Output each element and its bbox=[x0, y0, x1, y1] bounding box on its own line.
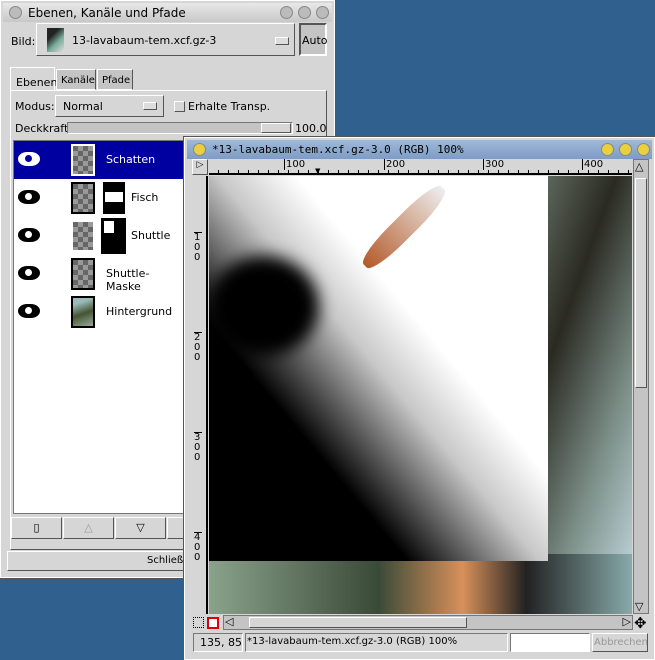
dropdown-indicator-icon bbox=[143, 102, 157, 110]
image-canvas[interactable] bbox=[209, 176, 632, 614]
ruler-label: 100 bbox=[194, 232, 202, 263]
image-select[interactable]: 13-lavabaum-tem.xcf.gz-3 bbox=[36, 23, 295, 56]
ruler-label: 400 bbox=[194, 532, 202, 563]
preserve-transparency-checkbox[interactable] bbox=[174, 101, 185, 112]
image-window-title: *13-lavabaum-tem.xcf.gz-3.0 (RGB) 100% bbox=[212, 143, 464, 156]
ruler-label: 300 bbox=[194, 432, 202, 463]
maximize-icon[interactable] bbox=[619, 143, 632, 156]
image-select-value: 13-lavabaum-tem.xcf.gz-3 bbox=[72, 34, 217, 47]
vertical-scrollbar[interactable]: △ ▽ bbox=[633, 159, 649, 614]
layers-dialog-titlebar[interactable]: Ebenen, Kanäle und Pfade bbox=[3, 3, 332, 22]
menu-icon[interactable] bbox=[193, 143, 206, 156]
progress-bar bbox=[510, 633, 590, 652]
navigate-icon[interactable]: ✥ bbox=[634, 614, 647, 632]
ruler-label: 100 bbox=[284, 159, 306, 170]
new-layer-icon: ▯ bbox=[33, 521, 40, 534]
shadow-blob bbox=[209, 256, 319, 356]
tab-label: Ebenen bbox=[16, 76, 58, 89]
menu-icon[interactable] bbox=[9, 6, 22, 19]
layer-name: Fisch bbox=[131, 191, 159, 204]
opacity-slider[interactable] bbox=[67, 122, 293, 134]
layer-row-fisch[interactable]: Fisch bbox=[14, 179, 183, 217]
lower-icon: ▽ bbox=[136, 521, 145, 534]
ruler-label: 200 bbox=[384, 159, 406, 170]
layer-thumbnail bbox=[71, 144, 95, 176]
eye-icon[interactable] bbox=[18, 304, 40, 318]
tab-pfade[interactable]: Pfade bbox=[97, 69, 133, 90]
layer-row-shuttle[interactable]: Shuttle bbox=[14, 217, 183, 255]
layer-row-hintergrund[interactable]: Hintergrund bbox=[14, 293, 183, 331]
opacity-label: Deckkraft: bbox=[15, 122, 72, 135]
mode-label: Modus: bbox=[15, 100, 55, 113]
selection-toggle-icon[interactable] bbox=[193, 617, 204, 628]
layer-row-shuttle-maske[interactable]: Shuttle-Maske bbox=[14, 255, 183, 293]
auto-label: Auto bbox=[302, 34, 328, 47]
image-thumbnail bbox=[47, 28, 64, 52]
close-icon[interactable] bbox=[316, 6, 329, 19]
layer-name: Shuttle bbox=[131, 229, 171, 242]
image-window-titlebar[interactable]: *13-lavabaum-tem.xcf.gz-3.0 (RGB) 100% bbox=[187, 140, 652, 159]
layer-name: Shuttle-Maske bbox=[106, 267, 150, 293]
eye-icon[interactable] bbox=[18, 266, 40, 280]
layer-thumbnail bbox=[71, 258, 95, 290]
close-icon[interactable] bbox=[637, 143, 650, 156]
raise-layer-button[interactable]: △ bbox=[63, 517, 114, 539]
status-text: *13-lavabaum-tem.xcf.gz-3.0 (RGB) 100% bbox=[247, 636, 458, 647]
scroll-left-icon[interactable]: ◁ bbox=[225, 615, 233, 628]
horizontal-ruler: 100 200 300 400 ▼ bbox=[209, 159, 632, 175]
layer-name: Hintergrund bbox=[106, 305, 173, 318]
preserve-transparency-label: Erhalte Transp. bbox=[188, 100, 271, 113]
horizontal-scrollbar[interactable]: ◁ ▷ bbox=[223, 615, 633, 630]
mode-value: Normal bbox=[63, 100, 103, 113]
pointer-marker-icon: ▼ bbox=[315, 167, 321, 175]
layer-thumbnail bbox=[71, 182, 95, 214]
horizontal-scroll-thumb[interactable] bbox=[249, 617, 467, 628]
eye-icon[interactable] bbox=[18, 152, 40, 166]
layer-mask-thumbnail bbox=[101, 218, 126, 254]
menu-arrow-button[interactable]: ▷ bbox=[192, 159, 208, 175]
layer-mask-thumbnail bbox=[103, 182, 125, 214]
dropdown-indicator-icon bbox=[275, 37, 289, 45]
scroll-down-icon[interactable]: ▽ bbox=[635, 600, 643, 613]
image-label: Bild: bbox=[11, 35, 36, 48]
raise-icon: △ bbox=[84, 521, 93, 534]
tab-ebenen[interactable]: Ebenen bbox=[10, 67, 58, 91]
tab-label: Pfade bbox=[102, 75, 131, 86]
tab-label: Kanäle bbox=[61, 75, 95, 86]
lower-layer-button[interactable]: ▽ bbox=[115, 517, 166, 539]
layer-name: Schatten bbox=[106, 153, 156, 166]
scroll-up-icon[interactable]: △ bbox=[635, 160, 643, 173]
maximize-icon[interactable] bbox=[298, 6, 311, 19]
ruler-label: 300 bbox=[483, 159, 505, 170]
opacity-value: 100.0 bbox=[295, 122, 327, 135]
layer-thumbnail bbox=[71, 220, 95, 252]
new-layer-button[interactable]: ▯ bbox=[11, 517, 62, 539]
coordinates-value: 135, 85 bbox=[200, 636, 242, 649]
minimize-icon[interactable] bbox=[601, 143, 614, 156]
tab-kanaele[interactable]: Kanäle bbox=[56, 69, 96, 90]
status-bar: *13-lavabaum-tem.xcf.gz-3.0 (RGB) 100% bbox=[245, 633, 508, 652]
quickmask-toggle-icon[interactable] bbox=[207, 617, 219, 629]
ruler-label: 200 bbox=[194, 332, 202, 363]
layers-dialog-title: Ebenen, Kanäle und Pfade bbox=[28, 5, 186, 20]
minimize-icon[interactable] bbox=[280, 6, 293, 19]
scroll-right-icon[interactable]: ▷ bbox=[623, 615, 631, 628]
auto-button[interactable]: Auto bbox=[299, 23, 328, 56]
mode-select[interactable]: Normal bbox=[55, 95, 164, 117]
cancel-button[interactable]: Abbrechen bbox=[592, 633, 648, 652]
vertical-scroll-thumb[interactable] bbox=[635, 178, 647, 388]
eye-icon[interactable] bbox=[18, 190, 40, 204]
image-window: *13-lavabaum-tem.xcf.gz-3.0 (RGB) 100% ▷… bbox=[183, 136, 655, 660]
shadow-gradient-layer bbox=[209, 176, 548, 561]
vertical-ruler: 100 200 300 400 bbox=[192, 176, 208, 614]
layer-thumbnail bbox=[71, 296, 95, 328]
eye-icon[interactable] bbox=[18, 228, 40, 242]
pointer-coordinates: 135, 85 bbox=[193, 633, 243, 652]
ruler-label: 400 bbox=[582, 159, 604, 170]
layer-row-schatten[interactable]: Schatten bbox=[14, 141, 183, 179]
opacity-slider-handle[interactable] bbox=[261, 123, 291, 133]
cancel-label: Abbrechen bbox=[594, 637, 648, 648]
